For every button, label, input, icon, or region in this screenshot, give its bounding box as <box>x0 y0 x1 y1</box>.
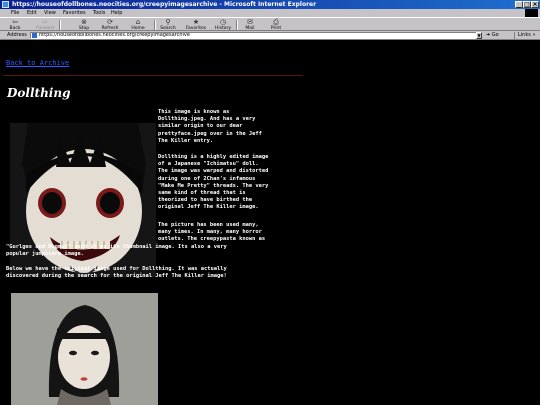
toolbar: ⇦ Back ⇨ Forward ⊗ Stop ⟳ Refresh ⌂ Home ⚲ Sea… <box>0 17 540 31</box>
favorites-button[interactable]: ★ Favorites <box>182 18 210 32</box>
mail-button[interactable]: ✉ Mail <box>241 18 259 32</box>
menu-file[interactable]: File <box>11 9 19 17</box>
stop-icon: ⊗ <box>81 18 87 26</box>
back-to-archive-link[interactable]: Back to Archive <box>6 59 69 67</box>
refresh-icon: ⟳ <box>107 18 113 26</box>
back-arrow-icon: ⇦ <box>12 18 18 26</box>
page-icon <box>32 33 37 38</box>
menu-favorites[interactable]: Favorites <box>63 9 86 17</box>
divider <box>3 75 303 76</box>
browser-window: https://houseofdollbones.neocities.org/c… <box>0 0 540 405</box>
menu-bar: File Edit View Favorites Tools Help <box>0 9 540 17</box>
page-content: Back to Archive Dollthing This image is … <box>0 40 540 405</box>
address-input[interactable]: https://houseofdollbones.neocities.org/c… <box>30 32 482 39</box>
ie-icon <box>2 1 9 8</box>
search-icon: ⚲ <box>165 18 171 26</box>
forward-button[interactable]: ⇨ Forward <box>33 18 57 32</box>
back-button[interactable]: ⇦ Back <box>5 18 25 32</box>
paragraph-2: Dollthing is a highly edited image of a … <box>158 154 269 211</box>
refresh-button[interactable]: ⟳ Refresh <box>98 18 122 32</box>
address-dropdown-icon[interactable]: ▼ <box>476 32 482 39</box>
toolbar-separator <box>236 20 238 30</box>
maximize-icon[interactable]: □ <box>523 1 531 8</box>
address-label: Address <box>7 32 27 38</box>
page-title: Dollthing <box>7 86 71 100</box>
links-button[interactable]: Links » <box>514 32 536 39</box>
title-bar: https://houseofdollbones.neocities.org/c… <box>0 0 540 9</box>
minimize-icon[interactable]: _ <box>515 1 523 8</box>
toolbar-separator <box>59 20 61 30</box>
windows-logo-icon <box>525 9 538 17</box>
menu-edit[interactable]: Edit <box>27 9 37 17</box>
original-doll-image <box>11 293 158 405</box>
history-icon: ◷ <box>219 18 227 26</box>
go-button[interactable]: ➔ Go <box>486 32 499 39</box>
address-url: https://houseofdollbones.neocities.org/c… <box>39 32 190 38</box>
mail-icon: ✉ <box>247 18 253 26</box>
menu-view[interactable]: View <box>44 9 56 17</box>
paragraph-3: The picture has been used many, many tim… <box>158 222 266 243</box>
go-arrow-icon: ➔ <box>486 32 491 38</box>
menu-tools[interactable]: Tools <box>93 9 105 17</box>
address-bar: Address https://houseofdollbones.neociti… <box>0 31 540 40</box>
paragraph-4: Below we have the original image used fo… <box>6 266 227 280</box>
print-button[interactable]: ⎙ Print <box>267 18 285 32</box>
paragraph-1: This image is known as Dollthing.jpeg. A… <box>158 109 262 144</box>
menu-help[interactable]: Help <box>111 9 122 17</box>
home-icon: ⌂ <box>135 18 141 26</box>
paragraph-3-continued: "Gurlges and Bugman" used it as its thum… <box>6 244 227 258</box>
forward-arrow-icon: ⇨ <box>42 18 48 26</box>
search-button[interactable]: ⚲ Search <box>156 18 180 32</box>
favorites-icon: ★ <box>192 18 200 26</box>
history-button[interactable]: ◷ History <box>212 18 234 32</box>
stop-button[interactable]: ⊗ Stop <box>76 18 92 32</box>
home-button[interactable]: ⌂ Home <box>128 18 148 32</box>
close-icon[interactable]: × <box>531 1 539 8</box>
printer-icon: ⎙ <box>273 18 279 26</box>
window-title: https://houseofdollbones.neocities.org/c… <box>12 1 317 8</box>
